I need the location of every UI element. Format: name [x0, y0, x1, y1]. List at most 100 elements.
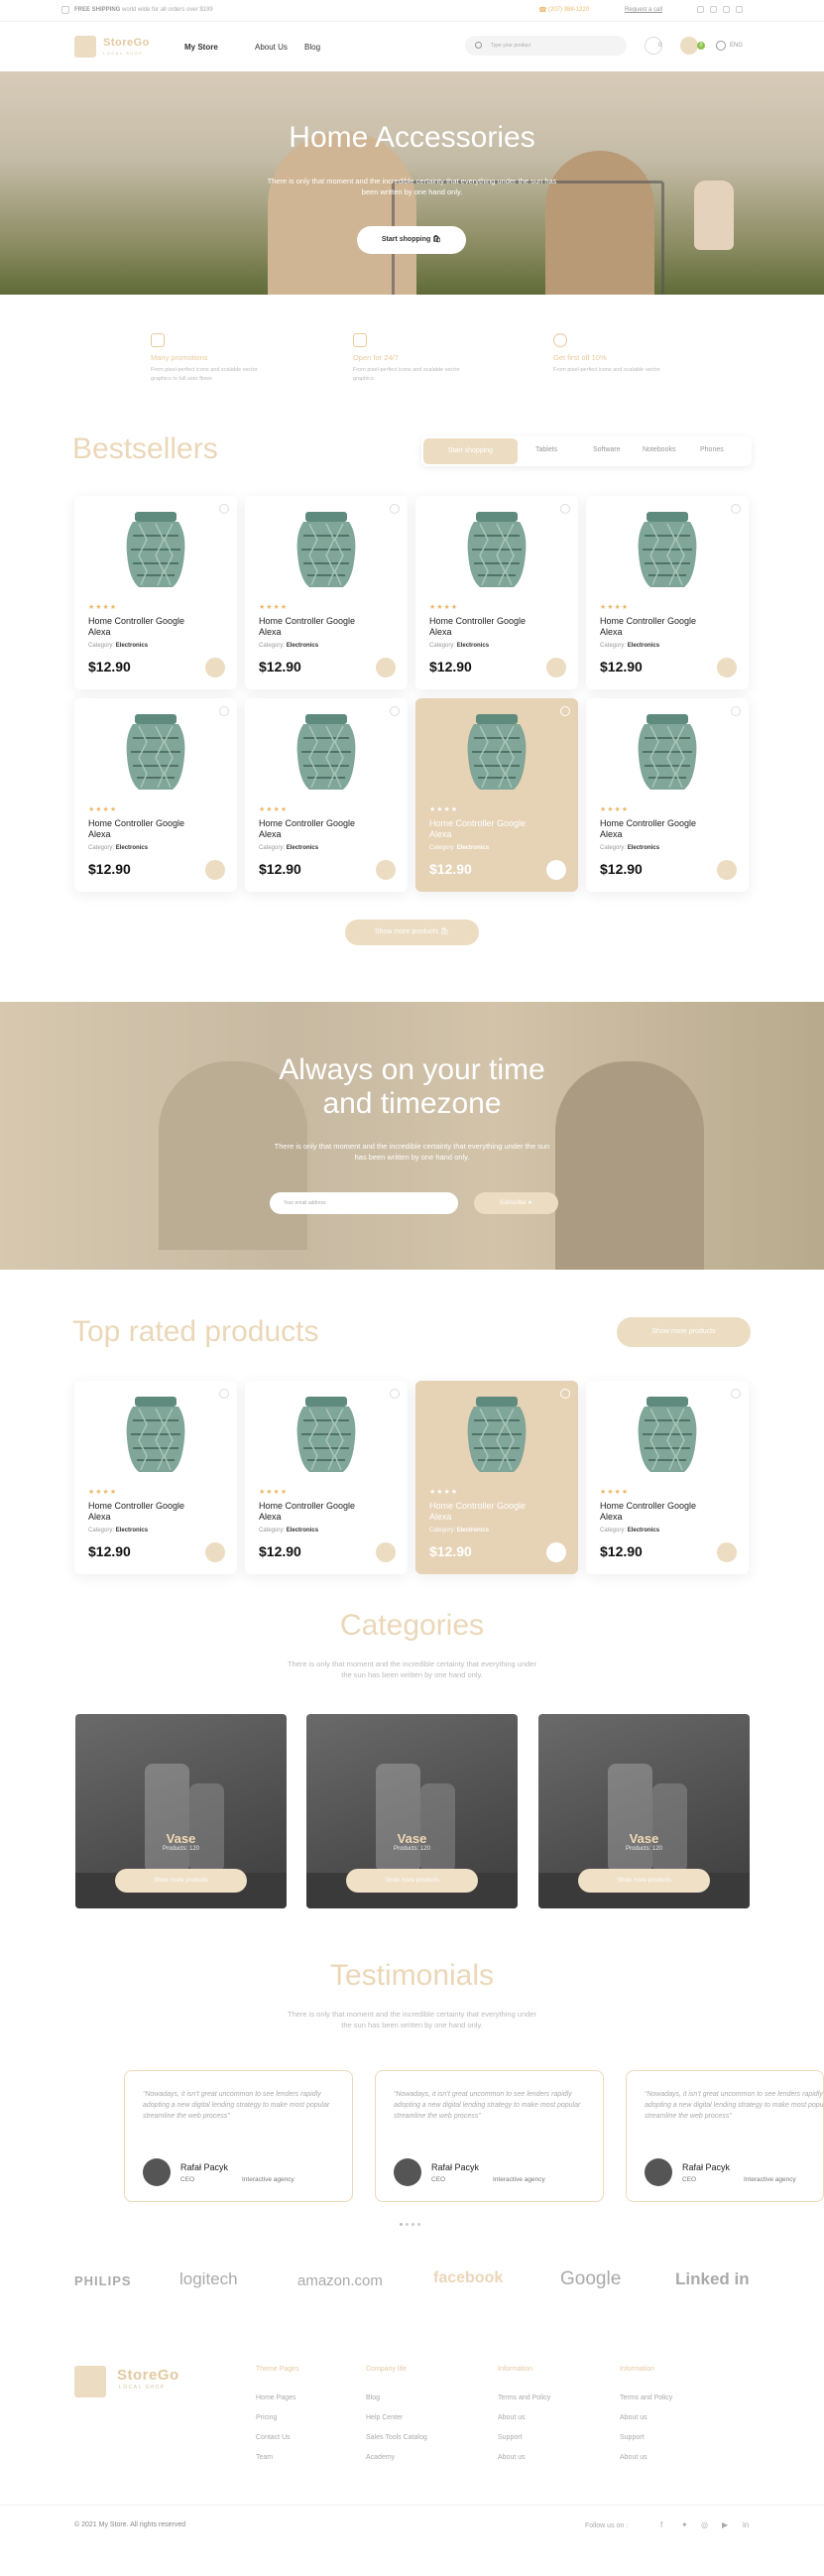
product-name[interactable]: Home Controller Google Alexa — [259, 1501, 378, 1523]
category-card[interactable]: Vase Products: 120 Show more products — [306, 1714, 518, 1908]
carousel-dots[interactable] — [400, 2223, 424, 2227]
footer-link[interactable]: Pricing — [256, 2414, 277, 2421]
carousel-dot[interactable] — [417, 2223, 420, 2226]
wishlist-heart-icon[interactable] — [390, 1389, 400, 1399]
brand-google[interactable]: Google — [560, 2269, 621, 2290]
instagram-icon[interactable]: ◎ — [701, 2520, 708, 2529]
youtube-icon[interactable]: ▶ — [722, 2520, 728, 2529]
add-to-cart-icon[interactable] — [717, 658, 737, 677]
footer-link[interactable]: Support — [620, 2434, 645, 2441]
search-input[interactable]: Type your product — [465, 36, 627, 56]
wishlist-heart-icon[interactable] — [560, 706, 570, 716]
category-show-more-button[interactable]: Show more products — [578, 1869, 710, 1893]
wishlist-heart-icon[interactable] — [390, 706, 400, 716]
add-to-cart-icon[interactable] — [717, 1542, 737, 1562]
wishlist-heart-icon[interactable] — [219, 504, 229, 514]
product-card[interactable]: ★★★★ Home Controller Google Alexa Category… — [245, 1381, 408, 1574]
product-name[interactable]: Home Controller Google Alexa — [600, 616, 719, 638]
product-name[interactable]: Home Controller Google Alexa — [429, 1501, 548, 1523]
footer-link[interactable]: About us — [498, 2414, 526, 2421]
brand-facebook[interactable]: facebook — [433, 2269, 503, 2287]
tab-start-shopping[interactable]: Start shopping — [423, 438, 518, 464]
product-name[interactable]: Home Controller Google Alexa — [88, 1501, 207, 1523]
instagram-icon[interactable] — [723, 6, 730, 13]
pinterest-icon[interactable] — [736, 6, 743, 13]
footer-link[interactable]: Academy — [366, 2454, 395, 2461]
start-shopping-button[interactable]: Start shopping 🛍 — [357, 226, 466, 254]
category-show-more-button[interactable]: Show more products — [346, 1869, 478, 1893]
footer-link[interactable]: Contact Us — [256, 2434, 291, 2441]
logo-mark[interactable] — [74, 36, 96, 58]
carousel-dot[interactable] — [400, 2223, 403, 2226]
product-card[interactable]: ★★★★ Home Controller Google Alexa Category… — [415, 698, 578, 892]
add-to-cart-icon[interactable] — [546, 1542, 566, 1562]
add-to-cart-icon[interactable] — [205, 860, 225, 880]
twitter-icon[interactable]: ✦ — [681, 2520, 688, 2529]
tab-notebooks[interactable]: Notebooks — [643, 446, 675, 453]
footer-link[interactable]: Terms and Policy — [498, 2394, 550, 2401]
product-name[interactable]: Home Controller Google Alexa — [600, 818, 719, 840]
add-to-cart-icon[interactable] — [546, 658, 566, 677]
user-icon[interactable] — [716, 41, 726, 51]
phone-number[interactable]: (207) 388-1220 — [548, 7, 589, 13]
brand-amazon[interactable]: amazon.com — [297, 2272, 383, 2289]
product-card[interactable]: ★★★★ Home Controller Google Alexa Category… — [245, 496, 408, 689]
footer-link[interactable]: Team — [256, 2454, 273, 2461]
top-rated-show-more-button[interactable]: Show more products — [617, 1317, 751, 1347]
footer-link[interactable]: About us — [620, 2414, 647, 2421]
wishlist-heart-icon[interactable] — [731, 504, 741, 514]
nav-blog[interactable]: Blog — [304, 43, 320, 52]
facebook-icon[interactable]: f — [660, 2520, 662, 2529]
product-name[interactable]: Home Controller Google Alexa — [259, 818, 378, 840]
brand-logitech[interactable]: logitech — [179, 2269, 238, 2289]
product-card[interactable]: ★★★★ Home Controller Google Alexa Category… — [415, 496, 578, 689]
category-show-more-button[interactable]: Show more products — [115, 1869, 247, 1893]
add-to-cart-icon[interactable] — [376, 860, 396, 880]
wishlist-heart-icon[interactable] — [219, 706, 229, 716]
footer-link[interactable]: Home Pages — [256, 2394, 295, 2401]
footer-link[interactable]: Support — [498, 2434, 523, 2441]
show-more-products-button[interactable]: Show more products 🛍 — [345, 920, 479, 945]
product-card[interactable]: ★★★★ Home Controller Google Alexa Category… — [74, 1381, 237, 1574]
logo-name[interactable]: StoreGo — [103, 37, 150, 49]
category-card[interactable]: Vase Products: 120 Show more products — [75, 1714, 287, 1908]
tab-tablets[interactable]: Tablets — [535, 446, 557, 453]
add-to-cart-icon[interactable] — [546, 860, 566, 880]
language-selector[interactable]: ENG — [730, 43, 743, 49]
product-card[interactable]: ★★★★ Home Controller Google Alexa Category… — [74, 496, 237, 689]
nav-my-store[interactable]: My Store — [184, 43, 218, 52]
request-call-link[interactable]: Request a call — [625, 7, 662, 13]
wishlist-heart-icon[interactable] — [560, 504, 570, 514]
product-name[interactable]: Home Controller Google Alexa — [429, 616, 548, 638]
carousel-dot[interactable] — [412, 2223, 414, 2226]
footer-link[interactable]: About us — [498, 2454, 526, 2461]
email-field[interactable]: Your email address — [270, 1192, 458, 1214]
nav-about-us[interactable]: About Us — [255, 43, 288, 52]
product-name[interactable]: Home Controller Google Alexa — [259, 616, 378, 638]
footer-link[interactable]: Sales Tools Catalog — [366, 2434, 427, 2441]
wishlist-heart-icon[interactable] — [219, 1389, 229, 1399]
wishlist-heart-icon[interactable] — [731, 1389, 741, 1399]
product-card[interactable]: ★★★★ Home Controller Google Alexa Category… — [74, 698, 237, 892]
add-to-cart-icon[interactable] — [717, 860, 737, 880]
footer-link[interactable]: Help Center — [366, 2414, 403, 2421]
carousel-dot[interactable] — [406, 2223, 409, 2226]
product-card[interactable]: ★★★★ Home Controller Google Alexa Category… — [586, 1381, 749, 1574]
footer-link[interactable]: Blog — [366, 2394, 380, 2401]
wishlist-heart-icon[interactable] — [731, 706, 741, 716]
add-to-cart-icon[interactable] — [205, 1542, 225, 1562]
product-card[interactable]: ★★★★ Home Controller Google Alexa Category… — [586, 698, 749, 892]
category-card[interactable]: Vase Products: 120 Show more products — [538, 1714, 750, 1908]
brand-philips[interactable]: PHILIPS — [74, 2273, 132, 2288]
twitter-icon[interactable] — [710, 6, 717, 13]
linkedin-icon[interactable]: in — [743, 2520, 749, 2529]
tab-phones[interactable]: Phones — [700, 446, 724, 453]
footer-link[interactable]: Terms and Policy — [620, 2394, 672, 2401]
footer-logo-mark[interactable] — [74, 2366, 106, 2397]
product-name[interactable]: Home Controller Google Alexa — [88, 818, 207, 840]
subscribe-button[interactable]: Subscribe ➤ — [474, 1192, 558, 1214]
wishlist-heart-icon[interactable] — [560, 1389, 570, 1399]
product-name[interactable]: Home Controller Google Alexa — [88, 616, 207, 638]
product-card[interactable]: ★★★★ Home Controller Google Alexa Category… — [245, 698, 408, 892]
brand-linkedin[interactable]: Linked in — [675, 2269, 750, 2289]
